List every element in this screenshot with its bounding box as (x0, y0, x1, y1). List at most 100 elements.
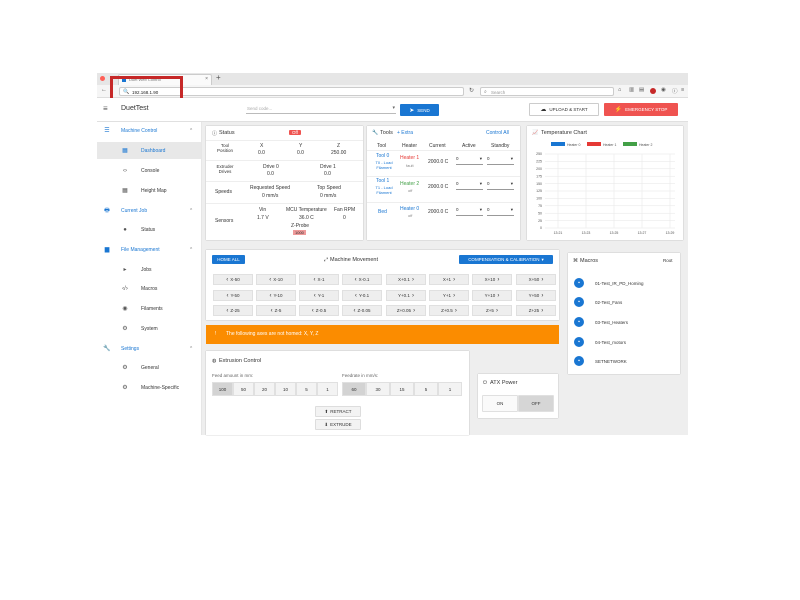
upload-start-button[interactable]: ☁ UPLOAD & START (529, 103, 599, 116)
move-button[interactable]: ‹ Y-1 (299, 290, 339, 301)
move-button[interactable]: ‹ X-10 (256, 274, 296, 285)
move-button[interactable]: X+0.1 › (386, 274, 426, 285)
back-icon[interactable]: ← (101, 87, 107, 93)
move-button[interactable]: ‹ Y-50 (213, 290, 253, 301)
feed-amount-option[interactable]: 50 (233, 382, 254, 396)
extrude-button[interactable]: ⬇ EXTRUDE (315, 419, 361, 430)
move-button[interactable]: ‹ Y-0.1 (342, 290, 382, 301)
feed-amount-option[interactable]: 100 (212, 382, 233, 396)
feed-amount-option[interactable]: 5 (296, 382, 317, 396)
library-icon[interactable]: ▥ (629, 87, 634, 93)
hamburger-icon[interactable]: ≡ (103, 104, 108, 113)
move-button[interactable]: Y+10 › (472, 290, 512, 301)
move-button[interactable]: ‹ X-1 (299, 274, 339, 285)
atx-off-button[interactable]: OFF (518, 395, 554, 412)
sidebar-section-machine-control[interactable]: ☰ Machine Control ⌃ (97, 122, 201, 139)
move-button[interactable]: ‹ Y-10 (256, 290, 296, 301)
sidebar-item-general[interactable]: ⚙ General (97, 359, 201, 376)
tool-1-sub[interactable]: T1 - Load Filament (372, 185, 396, 195)
chevron-right-icon: › (541, 276, 544, 283)
macro-item[interactable]: ▪ 01-Test_IR_PD_Homing (568, 276, 680, 290)
macro-item[interactable]: ▪ 04-Test_motors (568, 335, 680, 349)
compensation-button[interactable]: COMPENSATION & CALIBRATION ▾ (459, 255, 553, 264)
feedrate-option[interactable]: 60 (342, 382, 366, 396)
reader-icon[interactable]: ▤ (639, 87, 644, 93)
blocker-icon[interactable] (650, 88, 656, 94)
feed-amount-option[interactable]: 10 (275, 382, 296, 396)
sidebar-section-file-management[interactable]: ▆ File Management ⌃ (97, 241, 201, 258)
tool-1-standby-select[interactable]: 0 ▾ (487, 181, 514, 190)
move-button[interactable]: Y+1 › (429, 290, 469, 301)
move-button[interactable]: X+1 › (429, 274, 469, 285)
macro-item[interactable]: ▪ 02-Test_Fans (568, 295, 680, 309)
app-title: DuetTest (121, 105, 149, 112)
tool-1-name[interactable]: Tool 1 (376, 178, 389, 184)
sidebar-item-jobs[interactable]: ▸ Jobs (97, 261, 201, 278)
chevron-left-icon: ‹ (353, 307, 356, 314)
home-all-button[interactable]: HOME ALL (212, 255, 245, 264)
sidebar-item-status[interactable]: ● Status (97, 221, 201, 238)
reload-icon[interactable]: ↻ (469, 87, 474, 94)
send-button[interactable]: ➤ SEND (400, 104, 439, 116)
tools-extra-link[interactable]: + Extra (397, 130, 413, 136)
gcode-dropdown-icon[interactable]: ▾ (392, 105, 395, 111)
emergency-stop-button[interactable]: ⚡ EMERGENCY STOP (604, 103, 678, 116)
move-button[interactable]: Z+25 › (516, 305, 556, 316)
retract-button[interactable]: ⬆ RETRACT (315, 406, 361, 417)
sidebar-item-system[interactable]: ⚙ System (97, 320, 201, 337)
sidebar-item-macros[interactable]: ‹/› Macros (97, 280, 201, 297)
feedrate-option[interactable]: 15 (390, 382, 414, 396)
bed-standby-select[interactable]: 0 ▾ (487, 207, 514, 216)
tool-0-name[interactable]: Tool 0 (376, 153, 389, 159)
bed-active-select[interactable]: 0 ▾ (456, 207, 483, 216)
home-icon[interactable]: ⌂ (618, 87, 621, 93)
macro-item[interactable]: ▪ 03-Test_Heaters (568, 315, 680, 329)
tool-0-heater[interactable]: Heater 1 (400, 155, 419, 161)
control-all-link[interactable]: Control All (486, 130, 509, 136)
move-button[interactable]: ‹ Z-0.5 (299, 305, 339, 316)
move-button[interactable]: Z+0.5 › (429, 305, 469, 316)
atx-on-button[interactable]: ON (482, 395, 518, 412)
new-tab-button[interactable]: + (216, 73, 221, 82)
feedrate-option[interactable]: 5 (414, 382, 438, 396)
move-button[interactable]: X+10 › (472, 274, 512, 285)
move-button[interactable]: Y+50 › (516, 290, 556, 301)
tool-0-active-select[interactable]: 0 ▾ (456, 156, 483, 165)
gcode-input[interactable]: Send code... ▾ (246, 104, 396, 114)
sidebar-item-machine-specific[interactable]: ⚙ Machine-Specific (97, 379, 201, 396)
tool-1-active-select[interactable]: 0 ▾ (456, 181, 483, 190)
tool-0-sub[interactable]: T0 - Load Filament (372, 160, 396, 170)
browser-search-field[interactable]: ⌕ Search (480, 87, 614, 96)
sidebar-item-height-map[interactable]: ▦ Height Map (97, 182, 201, 199)
move-button[interactable]: ‹ Z-25 (213, 305, 253, 316)
bed-name[interactable]: Bed (378, 209, 387, 215)
move-button[interactable]: X+50 › (516, 274, 556, 285)
menu-icon[interactable]: ≡ (681, 87, 684, 93)
tab-close-icon[interactable]: × (205, 76, 208, 82)
info-icon[interactable]: ⓘ (672, 87, 678, 95)
tool-1-heater[interactable]: Heater 2 (400, 181, 419, 187)
tool-0-standby-select[interactable]: 0 ▾ (487, 156, 514, 165)
move-button[interactable]: ‹ Z-0.05 (342, 305, 382, 316)
move-button[interactable]: Z+0.05 › (386, 305, 426, 316)
move-button[interactable]: Y+0.1 › (386, 290, 426, 301)
move-button[interactable]: Z+5 › (472, 305, 512, 316)
sidebar-item-console[interactable]: ‹› Console (97, 162, 201, 179)
flash-icon: ⚡ (614, 107, 623, 113)
feedrate-option[interactable]: 30 (366, 382, 390, 396)
sidebar-section-current-job[interactable]: 🖶 Current Job ⌃ (97, 202, 201, 219)
feedrate-option[interactable]: 1 (438, 382, 462, 396)
feed-amount-option[interactable]: 20 (254, 382, 275, 396)
macros-root-link[interactable]: Root (663, 258, 673, 263)
extension-icon[interactable]: ◉ (661, 87, 666, 93)
sidebar-item-dashboard[interactable]: ▦ Dashboard (97, 142, 201, 159)
move-button[interactable]: ‹ X-0.1 (342, 274, 382, 285)
move-button[interactable]: ‹ Z-5 (256, 305, 296, 316)
feed-amount-option[interactable]: 1 (317, 382, 338, 396)
bed-heater[interactable]: Heater 0 (400, 206, 419, 212)
close-window-dot[interactable] (100, 76, 105, 81)
move-button[interactable]: ‹ X-50 (213, 274, 253, 285)
sidebar-item-filaments[interactable]: ◉ Filaments (97, 300, 201, 317)
macro-item[interactable]: ▪ SETNETWORK (568, 354, 680, 368)
sidebar-section-settings[interactable]: 🔧 Settings ⌃ (97, 340, 201, 357)
